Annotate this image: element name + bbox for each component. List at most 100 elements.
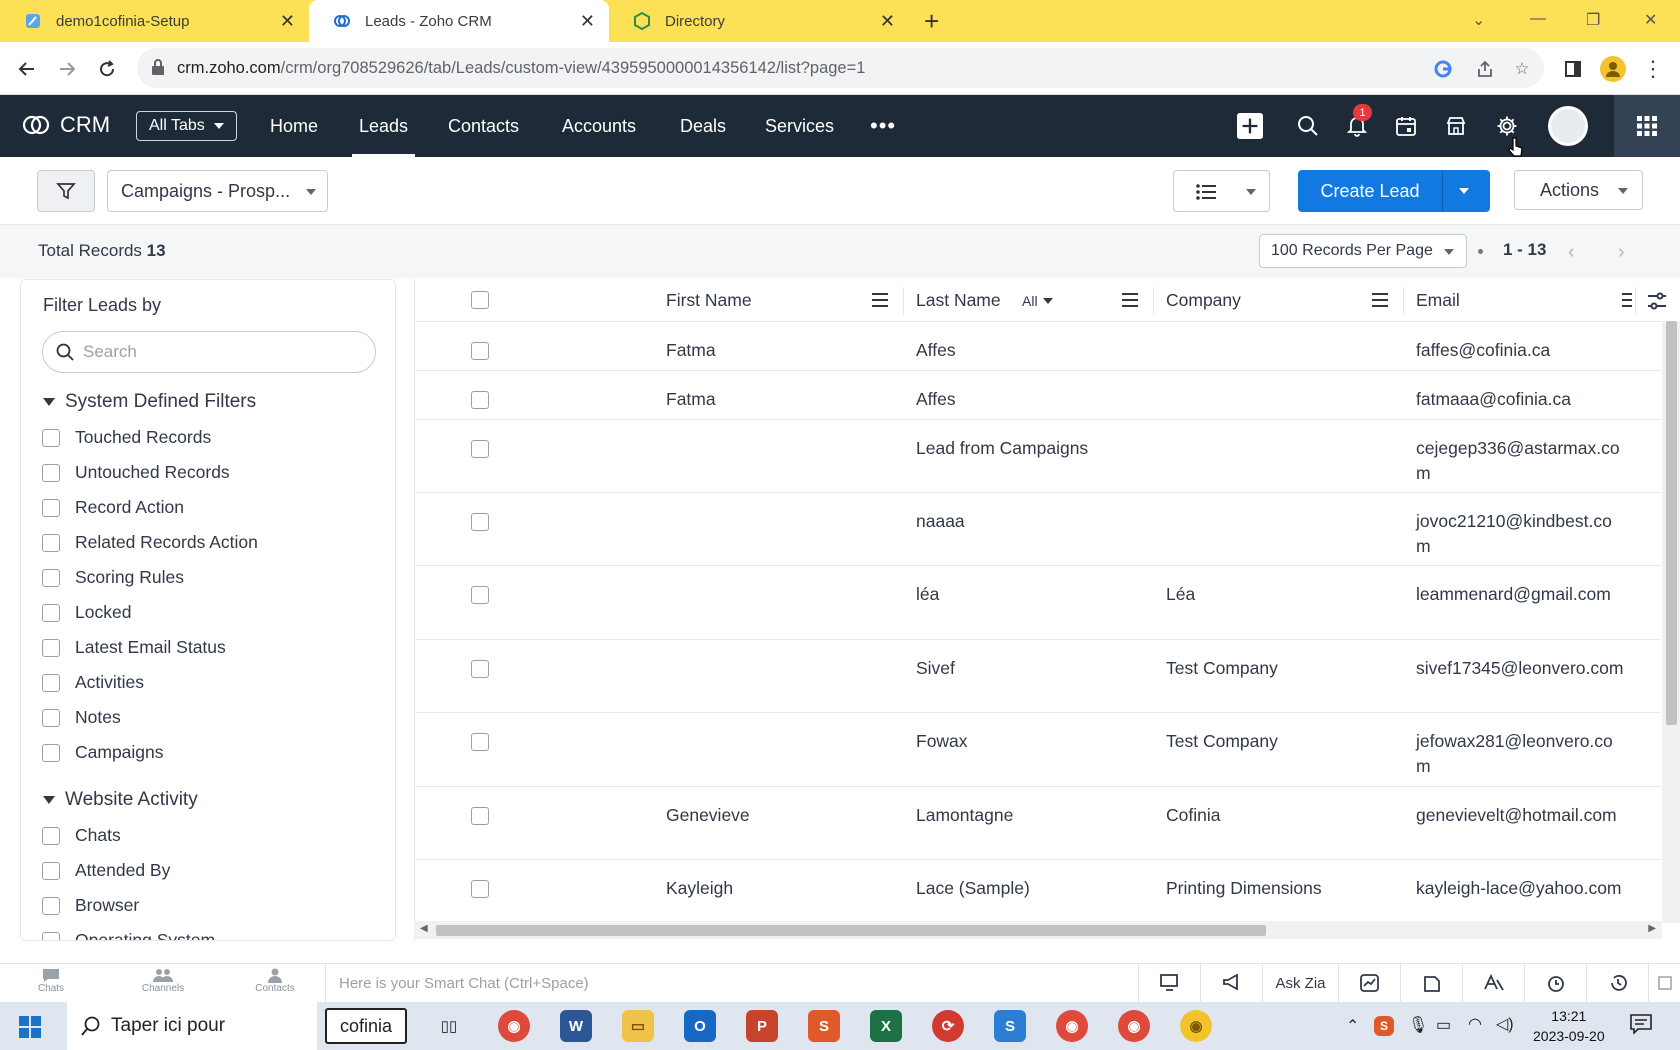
- filter-locked[interactable]: Locked: [42, 602, 131, 623]
- nav-leads[interactable]: Leads: [351, 95, 416, 157]
- notes-icon[interactable]: [1400, 964, 1462, 1002]
- filter-notes[interactable]: Notes: [42, 707, 121, 728]
- cell-last-name[interactable]: Lamontagne: [916, 803, 1013, 828]
- tray-expand-icon[interactable]: ⌃: [1346, 1016, 1359, 1036]
- filter-untouched-records[interactable]: Untouched Records: [42, 462, 230, 483]
- checkbox[interactable]: [42, 463, 60, 482]
- custom-view-select[interactable]: Campaigns - Prosp...: [107, 170, 328, 212]
- checkbox[interactable]: [42, 498, 60, 517]
- next-page-icon[interactable]: ›: [1618, 241, 1625, 264]
- cell-email[interactable]: sivef17345@leonvero.com: [1416, 656, 1624, 681]
- close-icon[interactable]: ✕: [880, 12, 895, 30]
- calendar-icon[interactable]: [1393, 113, 1419, 139]
- filter-campaigns[interactable]: Campaigns: [42, 742, 164, 763]
- filter-related-records-action[interactable]: Related Records Action: [42, 532, 258, 553]
- checkbox[interactable]: [42, 861, 60, 880]
- table-row[interactable]: naaaa jovoc21210@kindbest.com: [415, 493, 1661, 566]
- checkbox[interactable]: [42, 708, 60, 727]
- cell-email[interactable]: jovoc21210@kindbest.com: [1416, 509, 1624, 559]
- apps-grid-icon[interactable]: [1614, 95, 1680, 157]
- scrollbar-thumb[interactable]: [1666, 321, 1677, 725]
- checkbox[interactable]: [42, 673, 60, 692]
- nav-home[interactable]: Home: [270, 95, 318, 157]
- chrome-beta-icon[interactable]: ◉: [1180, 1010, 1212, 1042]
- checkbox[interactable]: [42, 638, 60, 657]
- prev-page-icon[interactable]: ‹: [1568, 241, 1575, 264]
- search-icon[interactable]: [1295, 113, 1321, 139]
- chrome-icon[interactable]: ◉: [498, 1010, 530, 1042]
- filter-browser[interactable]: Browser: [42, 895, 139, 916]
- url-field[interactable]: crm.zoho.com/crm/org708529626/tab/Leads/…: [137, 48, 1544, 88]
- filter-chats[interactable]: Chats: [42, 825, 121, 846]
- column-header-email[interactable]: Email: [1416, 279, 1460, 322]
- back-icon[interactable]: [14, 56, 40, 82]
- share-icon[interactable]: [1475, 59, 1495, 79]
- cell-first-name[interactable]: Kayleigh: [666, 876, 733, 901]
- column-menu-icon[interactable]: [872, 293, 888, 307]
- channels-shortcut[interactable]: Channels: [128, 968, 198, 994]
- filter-toggle-button[interactable]: [37, 170, 95, 212]
- powerpoint-icon[interactable]: P: [746, 1010, 778, 1042]
- scrollbar-thumb[interactable]: [436, 925, 1266, 936]
- cell-last-name[interactable]: Affes: [916, 387, 956, 412]
- row-checkbox[interactable]: [471, 391, 489, 409]
- announcement-icon[interactable]: [1200, 964, 1262, 1002]
- window-close-icon[interactable]: ✕: [1644, 10, 1657, 30]
- user-avatar[interactable]: [1547, 105, 1589, 147]
- cell-email[interactable]: leammenard@gmail.com: [1416, 582, 1624, 607]
- filter-record-action[interactable]: Record Action: [42, 497, 184, 518]
- filter-scoring-rules[interactable]: Scoring Rules: [42, 567, 184, 588]
- marketplace-icon[interactable]: [1443, 113, 1469, 139]
- row-checkbox[interactable]: [471, 660, 489, 678]
- checkbox[interactable]: [42, 533, 60, 552]
- column-menu-icon[interactable]: [1372, 293, 1388, 307]
- nav-services[interactable]: Services: [765, 95, 834, 157]
- filter-touched-records[interactable]: Touched Records: [42, 427, 211, 448]
- cell-last-name[interactable]: Lead from Campaigns: [916, 436, 1088, 461]
- side-panel-icon[interactable]: [1560, 56, 1586, 82]
- microphone-icon[interactable]: 🎙: [1408, 1015, 1428, 1035]
- analytics-icon[interactable]: [1338, 964, 1400, 1002]
- row-checkbox[interactable]: [471, 513, 489, 531]
- outlook-icon[interactable]: O: [684, 1010, 716, 1042]
- cell-email[interactable]: fatmaaa@cofinia.ca: [1416, 387, 1624, 412]
- cell-first-name[interactable]: Genevieve: [666, 803, 750, 828]
- cell-last-name[interactable]: Affes: [916, 338, 956, 363]
- more-tabs-icon[interactable]: •••: [870, 95, 896, 157]
- restore-icon[interactable]: ❐: [1586, 10, 1600, 30]
- contacts-shortcut[interactable]: Contacts: [240, 968, 310, 994]
- nav-deals[interactable]: Deals: [680, 95, 726, 157]
- translate-icon[interactable]: [1462, 964, 1524, 1002]
- tab-search-chevron-icon[interactable]: ⌄: [1472, 10, 1485, 30]
- file-explorer-icon[interactable]: ▭: [622, 1010, 654, 1042]
- new-tab-icon[interactable]: +: [924, 8, 939, 34]
- checkbox[interactable]: [42, 931, 60, 940]
- table-row[interactable]: Sivef Test Company sivef17345@leonvero.c…: [415, 640, 1661, 713]
- cell-email[interactable]: jefowax281@leonvero.com: [1416, 729, 1624, 779]
- cell-first-name[interactable]: Fatma: [666, 387, 716, 412]
- browser-tab-setup[interactable]: demo1cofinia-Setup ✕: [0, 0, 309, 42]
- cell-first-name[interactable]: Fatma: [666, 338, 716, 363]
- bookmark-star-icon[interactable]: ☆: [1512, 59, 1532, 79]
- select-all-checkbox[interactable]: [471, 291, 489, 309]
- nav-contacts[interactable]: Contacts: [448, 95, 519, 157]
- reload-icon[interactable]: [94, 56, 120, 82]
- cell-email[interactable]: kayleigh-lace@yahoo.com: [1416, 876, 1624, 901]
- checkbox[interactable]: [42, 826, 60, 845]
- chats-shortcut[interactable]: Chats: [16, 968, 86, 994]
- filter-attended-by[interactable]: Attended By: [42, 860, 170, 881]
- cofinia-app[interactable]: cofinia: [325, 1008, 407, 1044]
- volume-icon[interactable]: ◁): [1496, 1014, 1514, 1034]
- ask-zia-button[interactable]: Ask Zia: [1262, 964, 1338, 1002]
- checkbox[interactable]: [42, 743, 60, 762]
- settings-gear-icon[interactable]: [1494, 113, 1520, 139]
- more-tools-icon[interactable]: [1648, 964, 1680, 1002]
- cell-last-name[interactable]: Sivef: [916, 656, 955, 681]
- table-row[interactable]: Fowax Test Company jefowax281@leonvero.c…: [415, 713, 1661, 787]
- crm-logo[interactable]: CRM: [20, 112, 110, 138]
- actions-dropdown[interactable]: Actions: [1514, 170, 1643, 210]
- cell-email[interactable]: faffes@cofinia.ca: [1416, 338, 1624, 363]
- column-header-last-name[interactable]: Last Name: [916, 279, 1001, 322]
- row-checkbox[interactable]: [471, 807, 489, 825]
- tray-snagit-icon[interactable]: S: [1374, 1016, 1394, 1036]
